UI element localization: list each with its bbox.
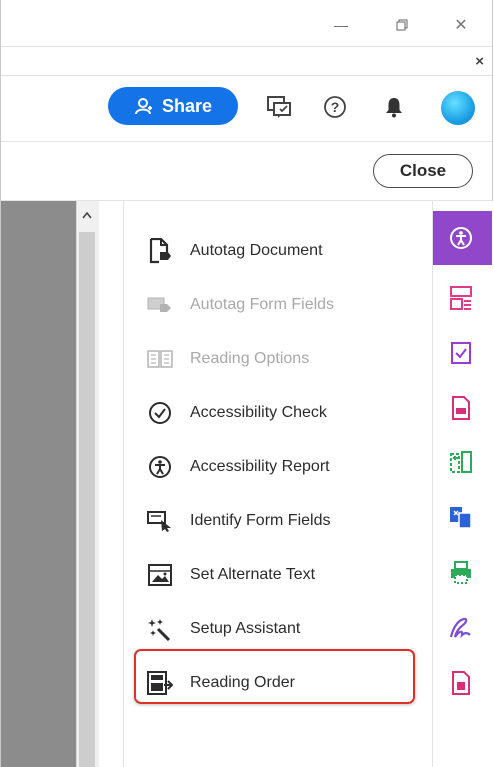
rail-combine-files[interactable] <box>447 504 475 532</box>
close-tool-button[interactable]: Close <box>373 154 473 188</box>
tool-accessibility-report[interactable]: Accessibility Report <box>136 440 406 494</box>
comment-icon <box>267 96 291 118</box>
tool-label: Accessibility Check <box>190 404 327 421</box>
tool-label: Setup Assistant <box>190 620 301 637</box>
identify-form-fields-icon <box>146 507 174 535</box>
export-pdf-icon <box>452 396 470 420</box>
comment-button[interactable] <box>265 93 293 121</box>
scroll-up-icon[interactable] <box>78 210 96 226</box>
rail-accessibility-tool[interactable] <box>447 224 475 252</box>
tool-label: Set Alternate Text <box>190 566 316 583</box>
autotag-document-icon <box>146 237 174 265</box>
tool-set-alternate-text[interactable]: Set Alternate Text <box>136 548 406 602</box>
tool-reading-options[interactable]: Reading Options <box>136 332 406 386</box>
accessibility-tool-icon <box>450 227 472 249</box>
setup-assistant-icon <box>146 615 174 643</box>
accessibility-check-icon <box>146 399 174 427</box>
close-icon: ✕ <box>454 17 468 34</box>
reading-order-highlight <box>134 649 415 704</box>
tool-label: Autotag Form Fields <box>190 296 335 313</box>
document-close-icon[interactable]: × <box>475 53 484 70</box>
help-glyph: ? <box>330 99 340 115</box>
document-view <box>1 201 76 767</box>
compare-files-icon <box>450 451 472 473</box>
rail-organize-pages[interactable] <box>447 284 475 312</box>
notifications-button[interactable] <box>380 93 408 121</box>
tool-identify-form-fields[interactable]: Identify Form Fields <box>136 494 406 548</box>
tool-autotag-document[interactable]: Autotag Document <box>136 224 406 278</box>
restore-icon <box>396 19 408 31</box>
panel-gap <box>99 201 124 767</box>
title-bar: — ✕ <box>1 0 492 46</box>
tool-header: Close <box>1 142 492 201</box>
tool-setup-assistant[interactable]: Setup Assistant <box>136 602 406 656</box>
avatar[interactable] <box>441 91 475 125</box>
autotag-form-fields-icon <box>146 291 174 319</box>
restore-button[interactable] <box>384 12 420 38</box>
print-production-icon <box>451 561 471 584</box>
tool-accessibility-check[interactable]: Accessibility Check <box>136 386 406 440</box>
tool-label: Identify Form Fields <box>190 512 331 529</box>
set-alternate-text-icon <box>146 561 174 589</box>
rail-fill-sign[interactable] <box>447 614 475 642</box>
prepare-form-icon <box>451 342 471 364</box>
minimize-icon: — <box>334 17 348 33</box>
tool-autotag-form-fields[interactable]: Autotag Form Fields <box>136 278 406 332</box>
organize-pages-icon <box>450 286 472 310</box>
rail-print-production[interactable] <box>447 559 475 587</box>
rail-prepare-form[interactable] <box>447 339 475 367</box>
tool-label: Reading Options <box>190 350 310 367</box>
rail-export-pdf[interactable] <box>447 394 475 422</box>
rail-compare-files[interactable] <box>447 448 475 476</box>
share-button[interactable]: Share <box>108 87 238 125</box>
help-button[interactable]: ? <box>321 93 349 121</box>
bell-icon <box>386 98 402 118</box>
rail-rich-media[interactable] <box>447 669 475 697</box>
accessibility-report-icon <box>146 453 174 481</box>
document-tab-bar: × <box>1 46 492 76</box>
share-label: Share <box>161 95 213 116</box>
top-toolbar: Share ? <box>1 75 492 142</box>
reading-options-icon <box>146 345 174 373</box>
minimize-button[interactable]: — <box>323 12 359 38</box>
rich-media-icon <box>452 671 470 695</box>
tool-label: Autotag Document <box>190 242 323 259</box>
window-close-button[interactable]: ✕ <box>443 12 479 38</box>
share-person-icon <box>134 96 154 116</box>
fill-sign-icon <box>449 617 471 639</box>
tool-label: Accessibility Report <box>190 458 330 475</box>
combine-files-icon <box>450 507 472 529</box>
scrollbar-thumb[interactable] <box>79 232 95 767</box>
